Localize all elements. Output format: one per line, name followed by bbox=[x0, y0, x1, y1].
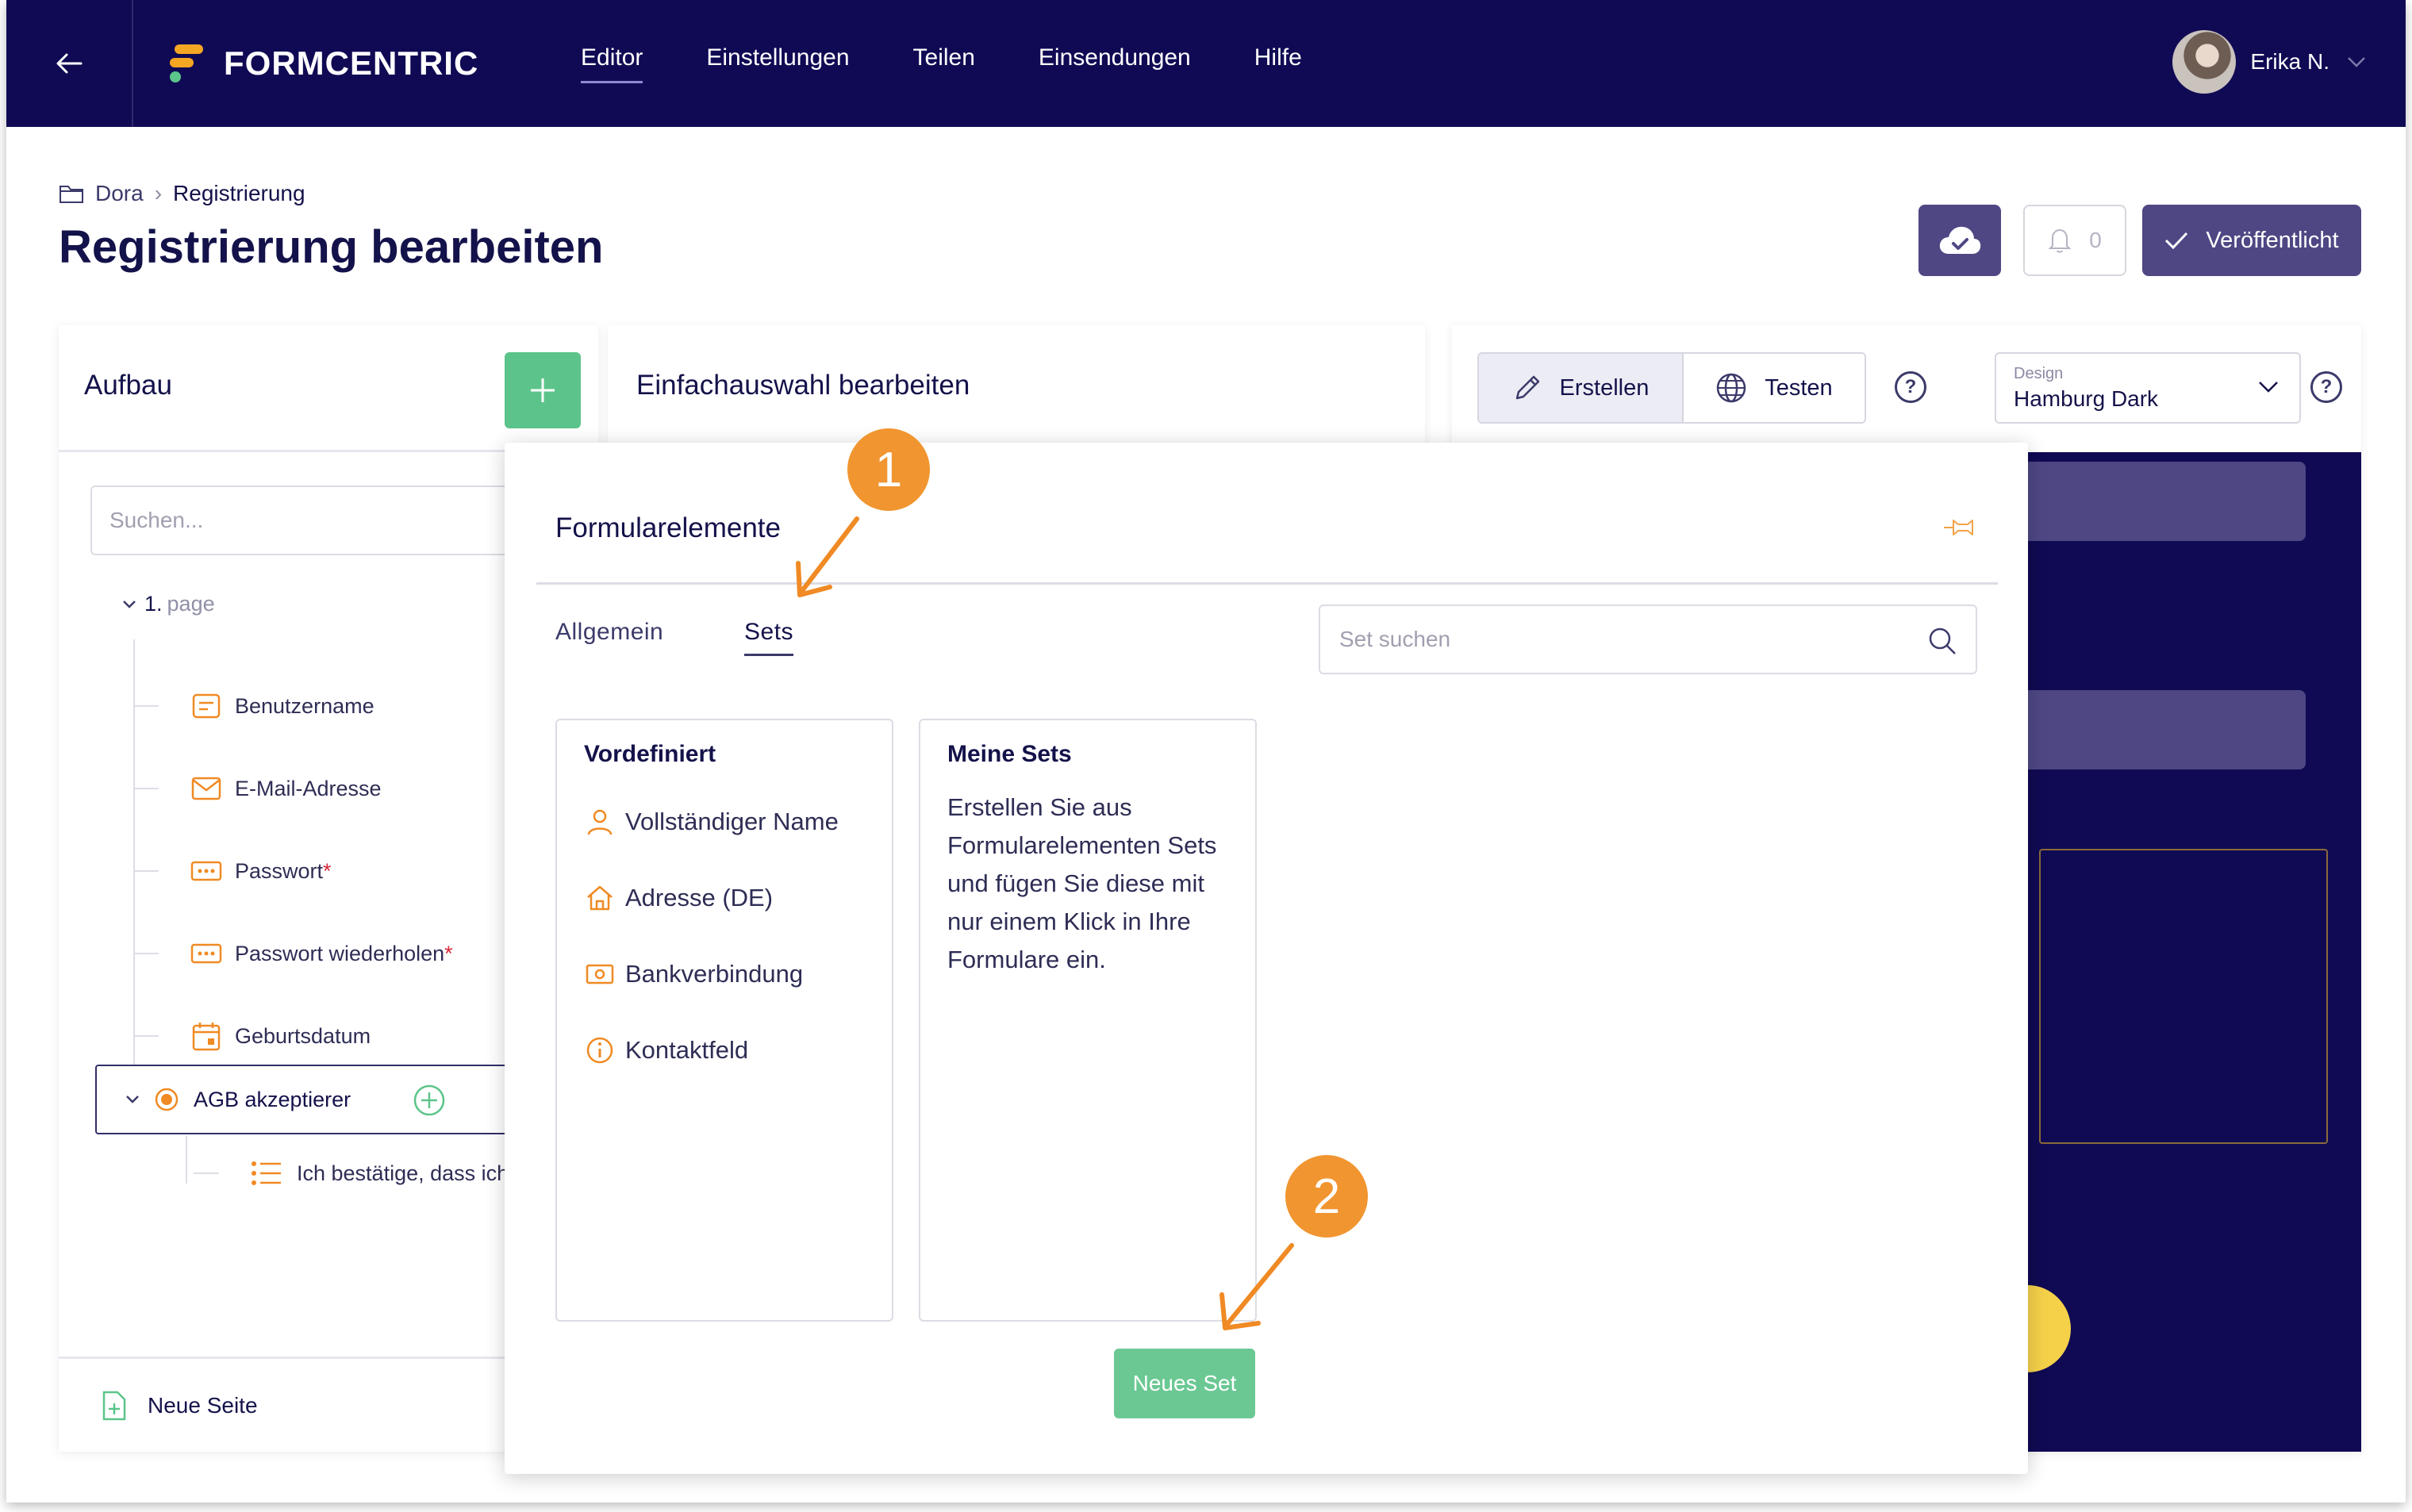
new-set-button[interactable]: Neues Set bbox=[1114, 1349, 1255, 1418]
tab-testen[interactable]: Testen bbox=[1683, 354, 1865, 422]
mail-icon bbox=[190, 773, 222, 804]
design-select[interactable]: Design Hamburg Dark bbox=[1995, 352, 2301, 424]
design-select-label: Design bbox=[2014, 365, 2064, 382]
home-icon bbox=[587, 885, 613, 911]
text-field-icon bbox=[190, 690, 222, 722]
nav-einstellungen[interactable]: Einstellungen bbox=[706, 44, 849, 83]
preview-mode-tabs: Erstellen Testen bbox=[1477, 352, 1866, 424]
tab-allgemein[interactable]: Allgemein bbox=[555, 619, 663, 646]
user-name: Erika N. bbox=[2250, 49, 2329, 74]
logo-mark-icon bbox=[170, 44, 205, 83]
cloud-check-icon bbox=[1939, 226, 1981, 254]
bell-icon bbox=[2048, 228, 2072, 253]
brand-name: FORMCENTRIC bbox=[224, 44, 479, 82]
back-button[interactable] bbox=[6, 0, 133, 127]
tree-item-passwort-wiederholen[interactable]: Passwort wiederholen * bbox=[135, 930, 453, 977]
calendar-icon bbox=[190, 1020, 222, 1052]
edit-panel: Einfachauswahl bearbeiten bbox=[608, 325, 1425, 452]
nav-editor[interactable]: Editor bbox=[581, 44, 643, 83]
cloud-save-button[interactable] bbox=[1918, 205, 2001, 276]
breadcrumb-separator-icon: › bbox=[154, 181, 163, 205]
globe-icon bbox=[1716, 373, 1746, 403]
published-button[interactable]: Veröffentlicht bbox=[2142, 205, 2361, 276]
edit-panel-title: Einfachauswahl bearbeiten bbox=[636, 370, 970, 401]
plus-icon bbox=[531, 378, 555, 402]
add-element-button[interactable] bbox=[505, 352, 581, 428]
breadcrumb-parent[interactable]: Dora bbox=[95, 181, 144, 206]
divider bbox=[536, 582, 1998, 585]
chevron-down-icon bbox=[123, 600, 136, 608]
set-item-address[interactable]: Adresse (DE) bbox=[586, 884, 773, 912]
tab-sets[interactable]: Sets bbox=[744, 619, 794, 656]
arrow-left-icon bbox=[56, 53, 83, 74]
tree-item-child[interactable]: Ich bestätige, dass ich bbox=[194, 1160, 509, 1187]
banknote-icon bbox=[586, 964, 614, 984]
user-menu[interactable]: Erika N. bbox=[2172, 30, 2366, 94]
radio-icon bbox=[155, 1088, 179, 1111]
help-icon[interactable]: ? bbox=[1895, 371, 1926, 403]
chevron-down-icon bbox=[2348, 57, 2365, 67]
checkmark-icon bbox=[2165, 232, 2188, 249]
selected-item-label: AGB akzeptierer bbox=[194, 1087, 351, 1111]
tree-page-node[interactable]: 1. page bbox=[122, 592, 215, 616]
list-icon bbox=[252, 1161, 281, 1185]
annotation-arrow-icon bbox=[1219, 1243, 1294, 1330]
breadcrumb-current: Registrierung bbox=[173, 181, 305, 205]
nav-teilen[interactable]: Teilen bbox=[913, 44, 975, 83]
tree-line bbox=[186, 1136, 187, 1184]
my-sets-description: Erstellen Sie aus Formularelementen Sets… bbox=[947, 793, 1217, 973]
structure-panel-title: Aufbau bbox=[84, 370, 172, 401]
pin-icon[interactable] bbox=[1941, 516, 1979, 539]
structure-search-input[interactable]: Suchen... bbox=[90, 485, 567, 555]
tab-erstellen[interactable]: Erstellen bbox=[1479, 354, 1684, 422]
preview-box bbox=[2039, 849, 2328, 1144]
tree-item-passwort[interactable]: Passwort * bbox=[135, 847, 332, 895]
pencil-icon bbox=[1515, 375, 1539, 400]
folder-icon bbox=[60, 186, 83, 203]
add-page-icon bbox=[102, 1391, 126, 1420]
chevron-down-icon bbox=[126, 1096, 139, 1103]
notification-count: 0 bbox=[2089, 228, 2102, 252]
brand-logo[interactable]: FORMCENTRIC bbox=[170, 44, 478, 83]
popover-title: Formularelemente bbox=[555, 512, 781, 543]
design-select-value: Hamburg Dark bbox=[2014, 386, 2159, 411]
password-icon bbox=[190, 855, 222, 887]
help-icon[interactable]: ? bbox=[2310, 371, 2342, 403]
user-icon bbox=[587, 809, 613, 835]
published-label: Veröffentlicht bbox=[2206, 227, 2339, 253]
app-window: FORMCENTRIC Editor Einstellungen Teilen … bbox=[6, 0, 2406, 1502]
structure-panel-header: Aufbau bbox=[59, 325, 598, 452]
info-icon bbox=[586, 1037, 613, 1064]
predefined-sets-card: Vordefiniert Vollständiger Name Adresse … bbox=[555, 719, 893, 1322]
card-title: Vordefiniert bbox=[584, 741, 716, 767]
password-icon bbox=[190, 938, 222, 969]
child-item-label: Ich bestätige, dass ich bbox=[297, 1161, 509, 1185]
page-number: 1. bbox=[144, 592, 163, 616]
chevron-down-icon bbox=[2259, 382, 2278, 393]
card-title: Meine Sets bbox=[947, 741, 1072, 767]
page-title: Registrierung bearbeiten bbox=[59, 221, 604, 273]
breadcrumb: Dora › Registrierung bbox=[59, 181, 305, 206]
top-navigation-bar: FORMCENTRIC Editor Einstellungen Teilen … bbox=[6, 0, 2406, 127]
set-search-input[interactable]: Set suchen bbox=[1319, 604, 1977, 674]
add-circle-icon[interactable] bbox=[413, 1084, 446, 1117]
annotation-badge-2: 2 bbox=[1285, 1155, 1368, 1238]
nav-einsendungen[interactable]: Einsendungen bbox=[1039, 44, 1191, 83]
set-item-bank[interactable]: Bankverbindung bbox=[586, 960, 803, 988]
set-item-full-name[interactable]: Vollständiger Name bbox=[586, 808, 839, 836]
tree-item-geburtsdatum[interactable]: Geburtsdatum bbox=[135, 1012, 371, 1060]
notifications-button[interactable]: 0 bbox=[2023, 205, 2126, 276]
tree-item-email[interactable]: E-Mail-Adresse bbox=[135, 765, 382, 812]
page-label: page bbox=[167, 592, 215, 616]
nav-hilfe[interactable]: Hilfe bbox=[1254, 44, 1302, 83]
annotation-arrow-icon bbox=[796, 516, 859, 597]
annotation-badge-1: 1 bbox=[847, 428, 930, 511]
avatar bbox=[2172, 30, 2237, 94]
main-nav: Editor Einstellungen Teilen Einsendungen… bbox=[581, 44, 1365, 83]
tree-item-benutzername[interactable]: Benutzername bbox=[135, 682, 374, 730]
new-page-label: Neue Seite bbox=[148, 1392, 258, 1418]
set-item-contact[interactable]: Kontaktfeld bbox=[586, 1036, 748, 1065]
search-icon bbox=[1929, 627, 1956, 654]
my-sets-card: Meine Sets Erstellen Sie aus Formularele… bbox=[919, 719, 1257, 1322]
